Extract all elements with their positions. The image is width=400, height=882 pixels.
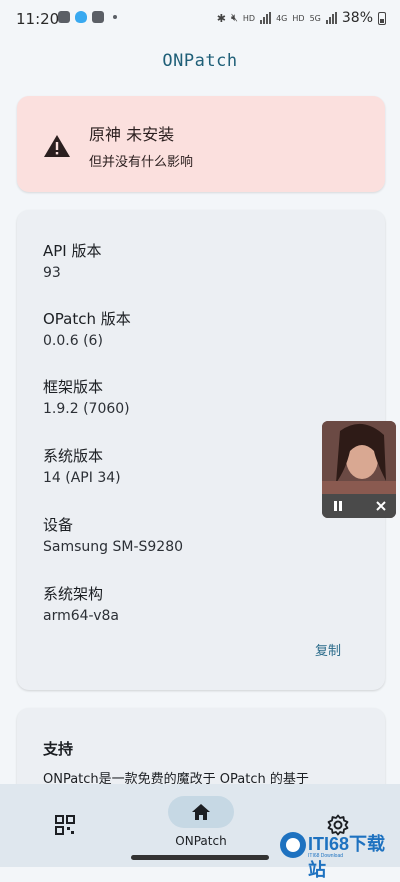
qq-icon: [75, 11, 87, 23]
info-value: 1.9.2 (7060): [43, 401, 130, 417]
info-value: arm64-v8a: [43, 608, 119, 624]
app-title: ONPatch: [162, 51, 238, 71]
pip-controls: [322, 494, 396, 518]
warning-subtitle: 但并没有什么影响: [89, 155, 194, 170]
more-notifications-icon: [113, 15, 117, 19]
info-value: 93: [43, 265, 61, 281]
nav-item-home[interactable]: [168, 796, 234, 828]
notification-icons: [58, 11, 117, 23]
info-item-device: 设备 Samsung SM-S9280: [43, 514, 183, 555]
app-notification-icon: [92, 11, 104, 23]
support-title: 支持: [43, 740, 74, 758]
network-label-4: 5G: [309, 13, 321, 23]
watermark-logo-icon: [280, 832, 306, 858]
grid-icon[interactable]: [54, 814, 76, 836]
info-label: API 版本: [43, 242, 102, 260]
bluetooth-icon: ✱: [216, 11, 226, 25]
warning-card: 原神 未安装 但并没有什么影响: [17, 96, 385, 192]
video-pip[interactable]: [322, 421, 396, 518]
battery-percent: 38%: [341, 10, 373, 26]
warning-title: 原神 未安装: [89, 125, 175, 144]
signal-icon: [260, 12, 272, 24]
network-label-3: HD: [292, 13, 305, 23]
nav-label-home[interactable]: ONPatch: [160, 834, 242, 848]
info-value: 14 (API 34): [43, 470, 121, 486]
wechat-icon: [58, 11, 70, 23]
info-label: 框架版本: [43, 378, 104, 396]
info-label: 系统架构: [43, 585, 104, 603]
status-bar: 11:20 ✱ 🔇︎ HD 4G HD 5G 38%: [0, 0, 400, 38]
warning-triangle-icon: [44, 135, 70, 157]
signal-icon-2: [325, 12, 337, 24]
video-thumbnail: [322, 421, 396, 494]
info-item-api: API 版本 93: [43, 240, 102, 281]
pause-icon[interactable]: [332, 500, 344, 512]
info-label: 设备: [43, 516, 74, 534]
info-item-framework: 框架版本 1.9.2 (7060): [43, 376, 130, 417]
info-label: 系统版本: [43, 447, 104, 465]
network-label-1: HD: [242, 13, 256, 23]
info-item-system: 系统版本 14 (API 34): [43, 445, 121, 486]
watermark: ITI68下载站 ITI68 Download: [278, 826, 396, 880]
status-time: 11:20: [16, 10, 60, 28]
info-item-arch: 系统架构 arm64-v8a: [43, 583, 119, 624]
watermark-subtext: ITI68 Download: [308, 853, 344, 859]
battery-icon: [378, 11, 386, 25]
info-value: 0.0.6 (6): [43, 333, 103, 349]
status-right: ✱ 🔇︎ HD 4G HD 5G 38%: [217, 10, 386, 26]
home-icon: [192, 804, 210, 820]
info-value: Samsung SM-S9280: [43, 539, 184, 555]
close-icon[interactable]: [375, 500, 387, 512]
info-label: OPatch 版本: [43, 310, 131, 328]
gesture-handle[interactable]: [131, 855, 269, 860]
copy-button[interactable]: 复制: [315, 640, 341, 659]
mute-icon: 🔇︎: [230, 11, 238, 24]
info-item-opatch: OPatch 版本 0.0.6 (6): [43, 308, 131, 349]
network-label-2: 4G: [276, 13, 288, 23]
